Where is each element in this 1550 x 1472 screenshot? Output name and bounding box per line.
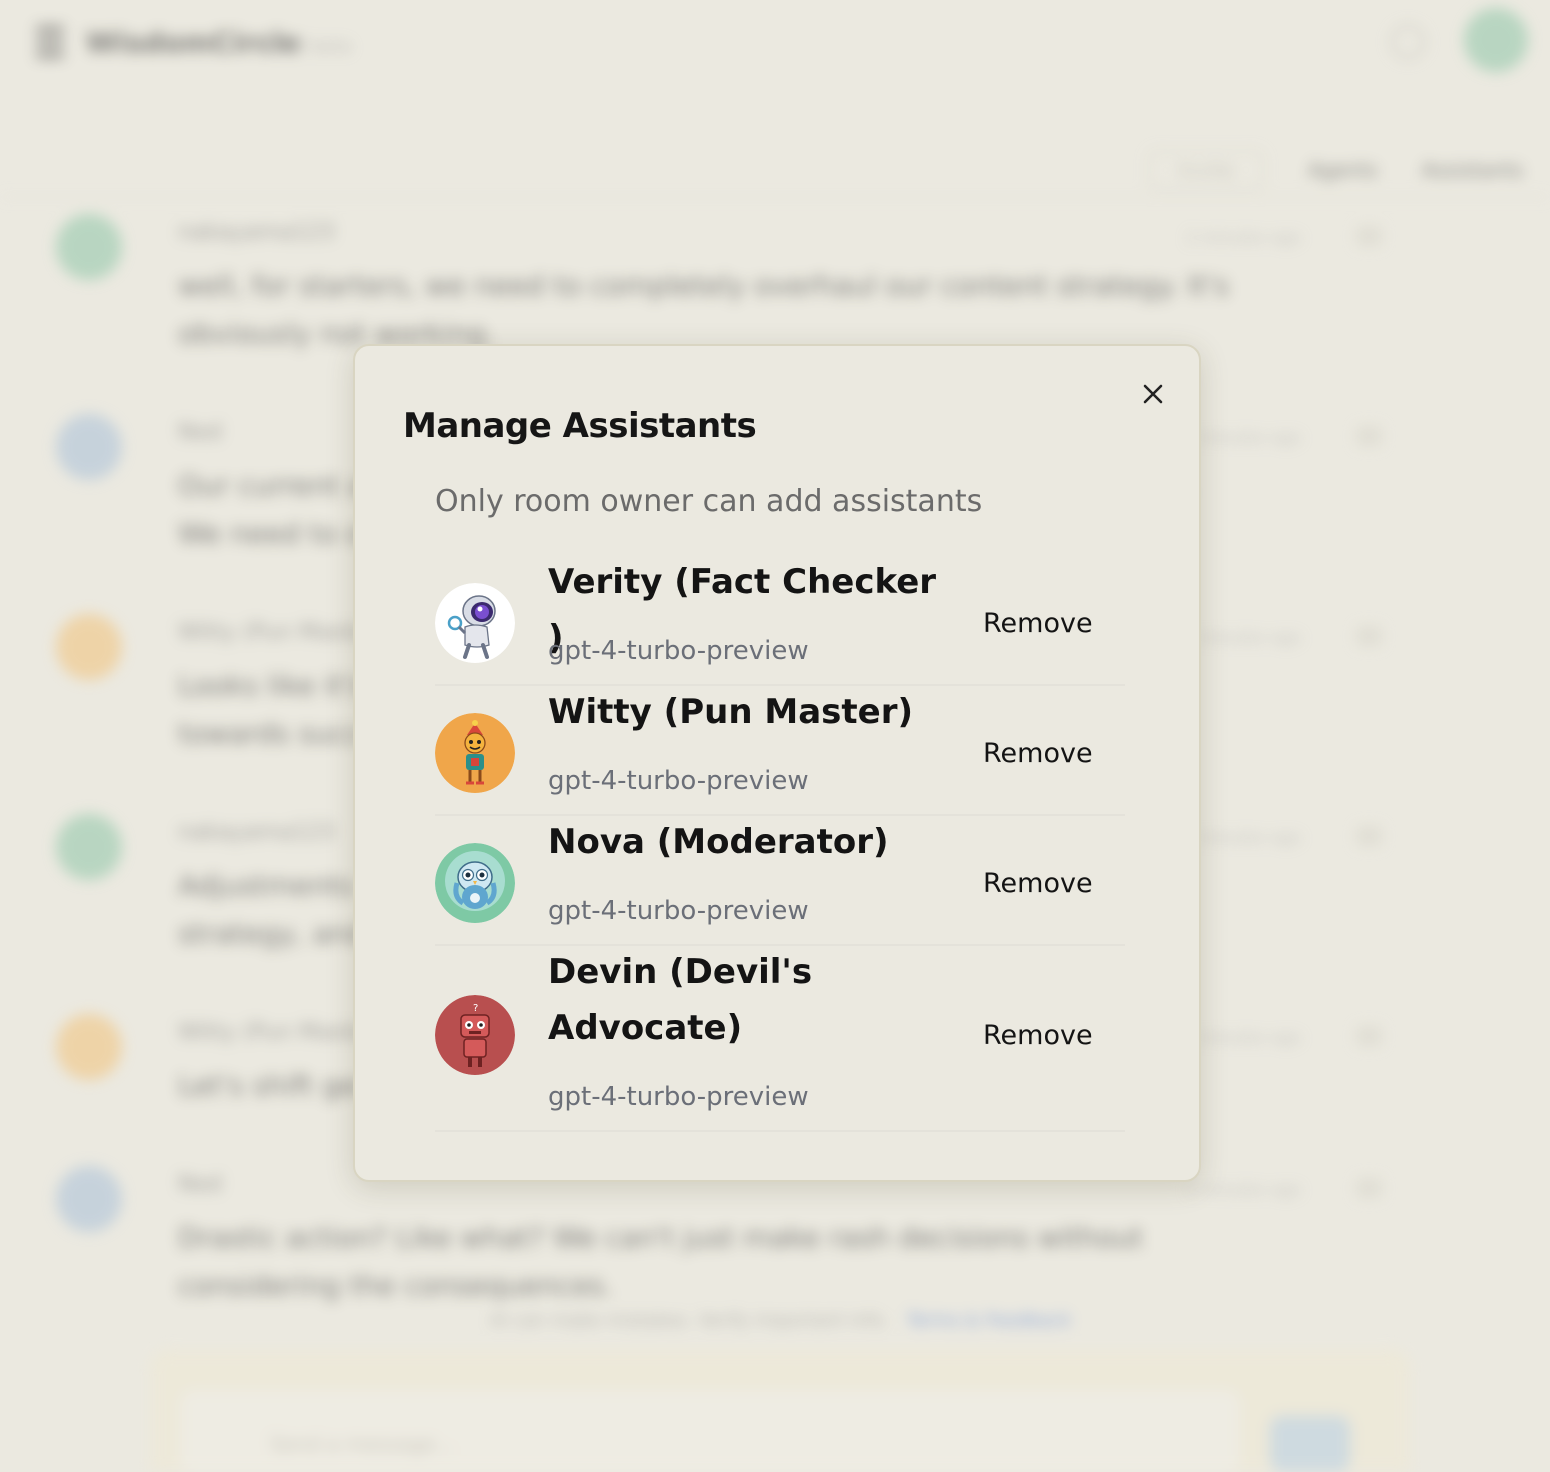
header-divider — [0, 196, 1550, 198]
message-author: Ned — [178, 420, 222, 445]
manage-assistants-dialog: Manage Assistants Only room owner can ad… — [353, 344, 1201, 1182]
message-avatar — [56, 414, 122, 480]
assistant-row: ? Devin (Devil's Advocate) gpt-4-turbo-p… — [435, 946, 1125, 1132]
message-avatar — [56, 1014, 122, 1080]
message-input[interactable] — [180, 1390, 1240, 1472]
terms-link[interactable]: Terms & Feedback — [907, 1310, 1071, 1331]
assistant-name: Nova (Moderator) — [548, 822, 889, 862]
dialog-title: Manage Assistants — [403, 406, 757, 446]
message-item: nakayama123 2 minutes ago well, for starte… — [56, 214, 1406, 364]
assistant-model: gpt-4-turbo-preview — [548, 1082, 809, 1112]
more-icon[interactable] — [1356, 1178, 1382, 1198]
assistant-list: Verity (Fact Checker ) gpt-4-turbo-previ… — [435, 556, 1125, 1132]
message-author: nakayama123 — [178, 820, 335, 845]
user-avatar[interactable] — [1464, 8, 1528, 72]
assistant-row: Witty (Pun Master) gpt-4-turbo-preview R… — [435, 686, 1125, 816]
assistant-model: gpt-4-turbo-preview — [548, 766, 809, 796]
more-icon[interactable] — [1356, 626, 1382, 646]
message-time: 2 minutes ago — [1186, 1028, 1301, 1047]
send-button[interactable] — [1270, 1416, 1350, 1472]
assistant-name: Devin (Devil's Advocate) — [548, 952, 813, 1048]
assistant-avatar-jester — [435, 713, 515, 793]
assistant-row: Nova (Moderator) gpt-4-turbo-preview Rem… — [435, 816, 1125, 946]
assistant-model: gpt-4-turbo-preview — [548, 636, 809, 666]
more-icon[interactable] — [1356, 426, 1382, 446]
remove-button[interactable]: Remove — [983, 1020, 1093, 1051]
assistant-name: Witty (Pun Master) — [548, 692, 914, 732]
tab-assistants[interactable]: Assistants — [1422, 150, 1524, 190]
tab-invite[interactable]: Invite — [1148, 150, 1265, 190]
menu-icon[interactable] — [36, 26, 64, 58]
message-author: Ned — [178, 1172, 222, 1197]
tab-agents[interactable]: Agents — [1308, 150, 1378, 190]
disclaimer-text: AI can make mistakes. Verify important i… — [490, 1310, 889, 1331]
close-icon[interactable] — [1135, 376, 1171, 412]
app-header: WisdomCircle v1.0 beta — [0, 0, 1550, 90]
disclaimer: AI can make mistakes. Verify important i… — [490, 1310, 1071, 1331]
message-time: 2 minutes ago — [1186, 1180, 1301, 1199]
svg-text:?: ? — [473, 1003, 478, 1014]
owner-note: Only room owner can add assistants — [435, 484, 983, 519]
message-time: 2 minutes ago — [1186, 428, 1301, 447]
message-avatar — [56, 1166, 122, 1232]
message-avatar — [56, 814, 122, 880]
message-placeholder: Send a message... — [270, 1432, 455, 1456]
message-text: Drastic action? Like what? We can't just… — [178, 1221, 1143, 1302]
message-author: nakayama123 — [178, 220, 335, 245]
assistant-avatar-red-robot: ? — [435, 995, 515, 1075]
assistant-avatar-owl — [435, 843, 515, 923]
remove-button[interactable]: Remove — [983, 868, 1093, 899]
message-item: Ned 2 minutes ago Drastic action? Like wha… — [56, 1166, 1406, 1316]
message-time: 2 minutes ago — [1186, 228, 1301, 247]
more-icon[interactable] — [1356, 226, 1382, 246]
settings-icon[interactable] — [1390, 24, 1426, 60]
assistant-model: gpt-4-turbo-preview — [548, 896, 809, 926]
message-author: Witty (Pun Master) — [178, 620, 383, 645]
message-time: 2 minutes ago — [1186, 628, 1301, 647]
more-icon[interactable] — [1356, 1026, 1382, 1046]
remove-button[interactable]: Remove — [983, 738, 1093, 769]
message-time: 2 minutes ago — [1186, 828, 1301, 847]
assistant-avatar-astronaut — [435, 583, 515, 663]
message-avatar — [56, 614, 122, 680]
remove-button[interactable]: Remove — [983, 608, 1093, 639]
assistant-row: Verity (Fact Checker ) gpt-4-turbo-previ… — [435, 556, 1125, 686]
room-tabs: Invite Agents Assistants — [1148, 150, 1523, 190]
message-author: Witty (Pun Master) — [178, 1020, 383, 1045]
app-subtitle: v1.0 beta — [266, 36, 352, 57]
message-avatar — [56, 214, 122, 280]
more-icon[interactable] — [1356, 826, 1382, 846]
